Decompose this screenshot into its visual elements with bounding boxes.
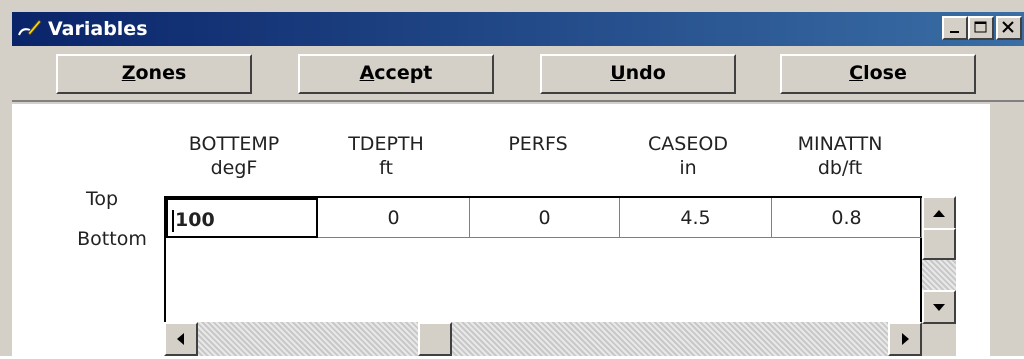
cell-caseod-top[interactable]: 4.5	[620, 198, 772, 238]
column-header-perfs: PERFS	[508, 133, 568, 155]
title-bar[interactable]: Variables	[12, 12, 1024, 46]
scroll-up-button[interactable]	[922, 196, 956, 230]
cell-tdepth-top[interactable]: 0	[318, 198, 470, 238]
arrow-up-icon	[933, 210, 945, 217]
vertical-scroll-thumb[interactable]	[922, 228, 956, 260]
cell-bottemp-top[interactable]: 100	[166, 198, 318, 238]
cell-minattn-top[interactable]: 0.8	[772, 198, 922, 238]
toolbar: Zones Accept Undo Close	[12, 48, 1024, 102]
variables-window: Variables Zones Accept Undo Close BOTTEM…	[0, 0, 1024, 356]
close-icon	[1002, 21, 1014, 33]
column-header-caseod: CASEOD in	[648, 133, 728, 179]
minimize-button[interactable]	[942, 16, 968, 40]
close-button[interactable]: Close	[780, 54, 976, 94]
horizontal-scroll-thumb[interactable]	[418, 322, 452, 356]
arrow-down-icon	[933, 304, 945, 311]
undo-button[interactable]: Undo	[540, 54, 736, 94]
arrow-left-icon	[177, 333, 184, 345]
maximize-icon	[974, 21, 987, 33]
row-label-bottom: Bottom	[77, 228, 147, 250]
arrow-right-icon	[902, 333, 909, 345]
vertical-scrollbar[interactable]	[922, 196, 956, 324]
pencil-icon	[18, 19, 42, 36]
scrollbar-corner	[922, 324, 956, 356]
maximize-button[interactable]	[968, 16, 994, 40]
accept-button[interactable]: Accept	[298, 54, 494, 94]
zones-button[interactable]: Zones	[56, 54, 252, 94]
variables-panel: BOTTEMP degF TDEPTH ft PERFS CASEOD in M…	[12, 104, 1024, 356]
column-header-tdepth: TDEPTH ft	[348, 133, 424, 179]
close-window-button[interactable]	[996, 16, 1022, 40]
scroll-left-button[interactable]	[164, 322, 198, 356]
window-right-edge	[990, 102, 1024, 356]
column-header-minattn: MINATTN db/ft	[797, 133, 883, 179]
minimize-icon	[950, 31, 959, 33]
scroll-down-button[interactable]	[922, 290, 956, 324]
scroll-right-button[interactable]	[888, 322, 922, 356]
horizontal-scrollbar[interactable]	[164, 322, 922, 356]
row-label-top: Top	[85, 188, 119, 210]
text-caret	[172, 209, 174, 232]
window-title: Variables	[48, 18, 148, 40]
cell-perfs-top[interactable]: 0	[470, 198, 620, 238]
column-header-bottemp: BOTTEMP degF	[188, 133, 280, 179]
